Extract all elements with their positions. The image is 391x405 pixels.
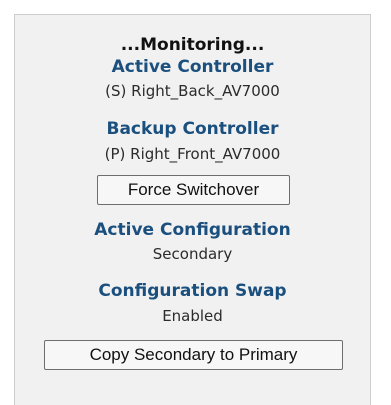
- active-configuration-value: Secondary: [152, 245, 233, 263]
- active-controller-value: (S) Right_Back_AV7000: [105, 82, 280, 100]
- copy-secondary-to-primary-button[interactable]: Copy Secondary to Primary: [44, 340, 343, 370]
- controller-status-panel: ...Monitoring... Active Controller (S) R…: [14, 14, 371, 405]
- configuration-swap-heading: Configuration Swap: [98, 281, 287, 301]
- backup-controller-heading: Backup Controller: [106, 119, 279, 139]
- active-controller-heading: Active Controller: [111, 57, 274, 77]
- configuration-swap-value: Enabled: [162, 307, 223, 325]
- monitoring-status: ...Monitoring...: [120, 35, 265, 55]
- active-configuration-heading: Active Configuration: [94, 220, 291, 240]
- force-switchover-button[interactable]: Force Switchover: [97, 175, 290, 205]
- backup-controller-value: (P) Right_Front_AV7000: [104, 145, 281, 163]
